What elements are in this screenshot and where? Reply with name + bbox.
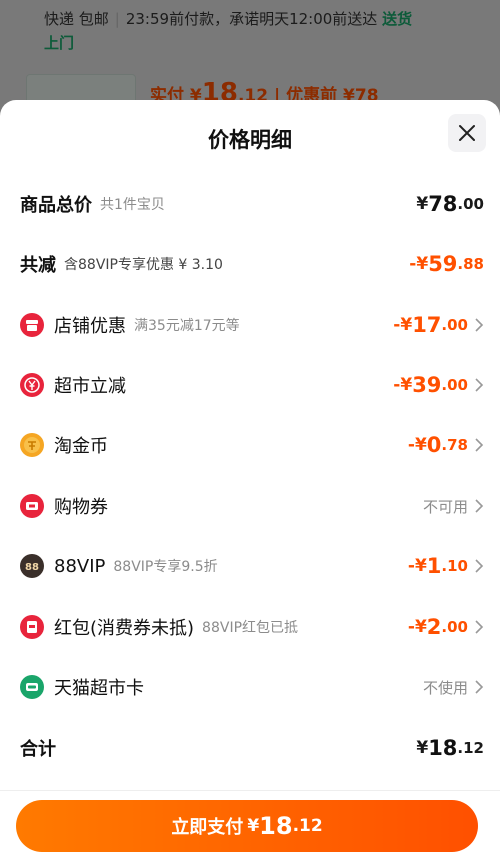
tmall-market-card-icon (20, 675, 44, 699)
shopping-voucher-status: 不可用 (423, 486, 484, 526)
vip88-sub: 88VIP专享9.5折 (113, 559, 218, 575)
sum-amount: ¥18.12 (416, 736, 484, 760)
shop-coupon-amount: -¥ 17.00 (393, 305, 484, 345)
row-tmall-card[interactable]: 天猫超市卡 不使用 (0, 667, 500, 707)
market-cut-amount: -¥ 39.00 (393, 365, 484, 405)
taojinbi-coin-icon (20, 433, 44, 457)
delivery-type: 快递 包邮 (44, 10, 109, 28)
chevron-right-icon (475, 620, 484, 634)
row-vip88[interactable]: 88 88VIP 88VIP专享9.5折 -¥ 1.10 (0, 546, 500, 586)
chevron-right-icon (475, 680, 484, 694)
market-cut-label: 超市立减 (54, 376, 126, 397)
row-total-goods: 商品总价 共1件宝贝 ¥78.00 (0, 184, 500, 224)
vip88-label: 88VIP (54, 555, 106, 577)
row-shop-coupon[interactable]: 店铺优惠 满35元减17元等 -¥ 17.00 (0, 305, 500, 345)
shop-coupon-sub: 满35元减17元等 (134, 318, 240, 334)
sum-label: 合计 (20, 739, 56, 760)
red-packet-label: 红包(消费券未抵) (54, 618, 195, 639)
tmall-card-status: 不使用 (423, 667, 484, 707)
taojinbi-label: 淘金币 (54, 436, 108, 457)
row-shopping-voucher[interactable]: 购物券 不可用 (0, 486, 500, 526)
row-market-cut[interactable]: 超市立减 -¥ 39.00 (0, 365, 500, 405)
total-goods-label: 商品总价 (20, 195, 92, 216)
red-packet-icon (20, 615, 44, 639)
pay-now-label: 立即支付 (171, 817, 244, 838)
total-goods-sub: 共1件宝贝 (100, 197, 165, 213)
row-sum: 合计 ¥18.12 (0, 728, 500, 768)
taojinbi-amount: -¥ 0.78 (408, 425, 484, 465)
row-total-reduce: 共减 含88VIP专享优惠 ¥ 3.10 -¥ 59.88 (0, 244, 500, 284)
total-reduce-amount: -¥ 59.88 (409, 252, 484, 276)
delivery-deadline: 23:59前付款，承诺明天12:00前送达 (125, 10, 378, 28)
total-goods-amount: ¥78.00 (416, 192, 484, 216)
row-taojinbi[interactable]: 淘金币 -¥ 0.78 (0, 425, 500, 465)
bottom-bar: 立即支付 ¥18.12 (0, 790, 500, 861)
shop-coupon-label: 店铺优惠 (54, 316, 126, 337)
delivery-tag: 送货 (382, 10, 413, 28)
delivery-tag-2: 上门 (44, 34, 75, 52)
total-reduce-sub: 含88VIP专享优惠 ¥ 3.10 (64, 257, 223, 273)
shop-coupon-icon (20, 313, 44, 337)
tmall-card-label: 天猫超市卡 (54, 678, 144, 699)
total-reduce-label: 共减 (20, 255, 56, 276)
chevron-right-icon (475, 318, 484, 332)
price-detail-sheet: 价格明细 商品总价 共1件宝贝 ¥78.00 共减 含88VIP专享优惠 ¥ 3… (0, 100, 500, 861)
yen-coin-icon (20, 373, 44, 397)
chevron-right-icon (475, 438, 484, 452)
sheet-title: 价格明细 (208, 128, 292, 152)
delivery-info: 快递 包邮 | 23:59前付款，承诺明天12:00前送达 送货 (44, 10, 413, 28)
close-icon (459, 125, 475, 141)
pay-now-button[interactable]: 立即支付 ¥18.12 (16, 800, 478, 852)
red-packet-amount: -¥ 2.00 (408, 607, 484, 647)
close-button[interactable] (448, 114, 486, 152)
vip88-amount: -¥ 1.10 (408, 546, 484, 586)
chevron-right-icon (475, 499, 484, 513)
svg-text:88: 88 (25, 562, 39, 573)
chevron-right-icon (475, 559, 484, 573)
red-packet-sub: 88VIP红包已抵 (202, 620, 299, 636)
vip88-icon: 88 (20, 554, 44, 578)
chevron-right-icon (475, 378, 484, 392)
shopping-voucher-label: 购物券 (54, 497, 108, 518)
row-red-packet[interactable]: 红包(消费券未抵) 88VIP红包已抵 -¥ 2.00 (0, 607, 500, 647)
voucher-icon (20, 494, 44, 518)
